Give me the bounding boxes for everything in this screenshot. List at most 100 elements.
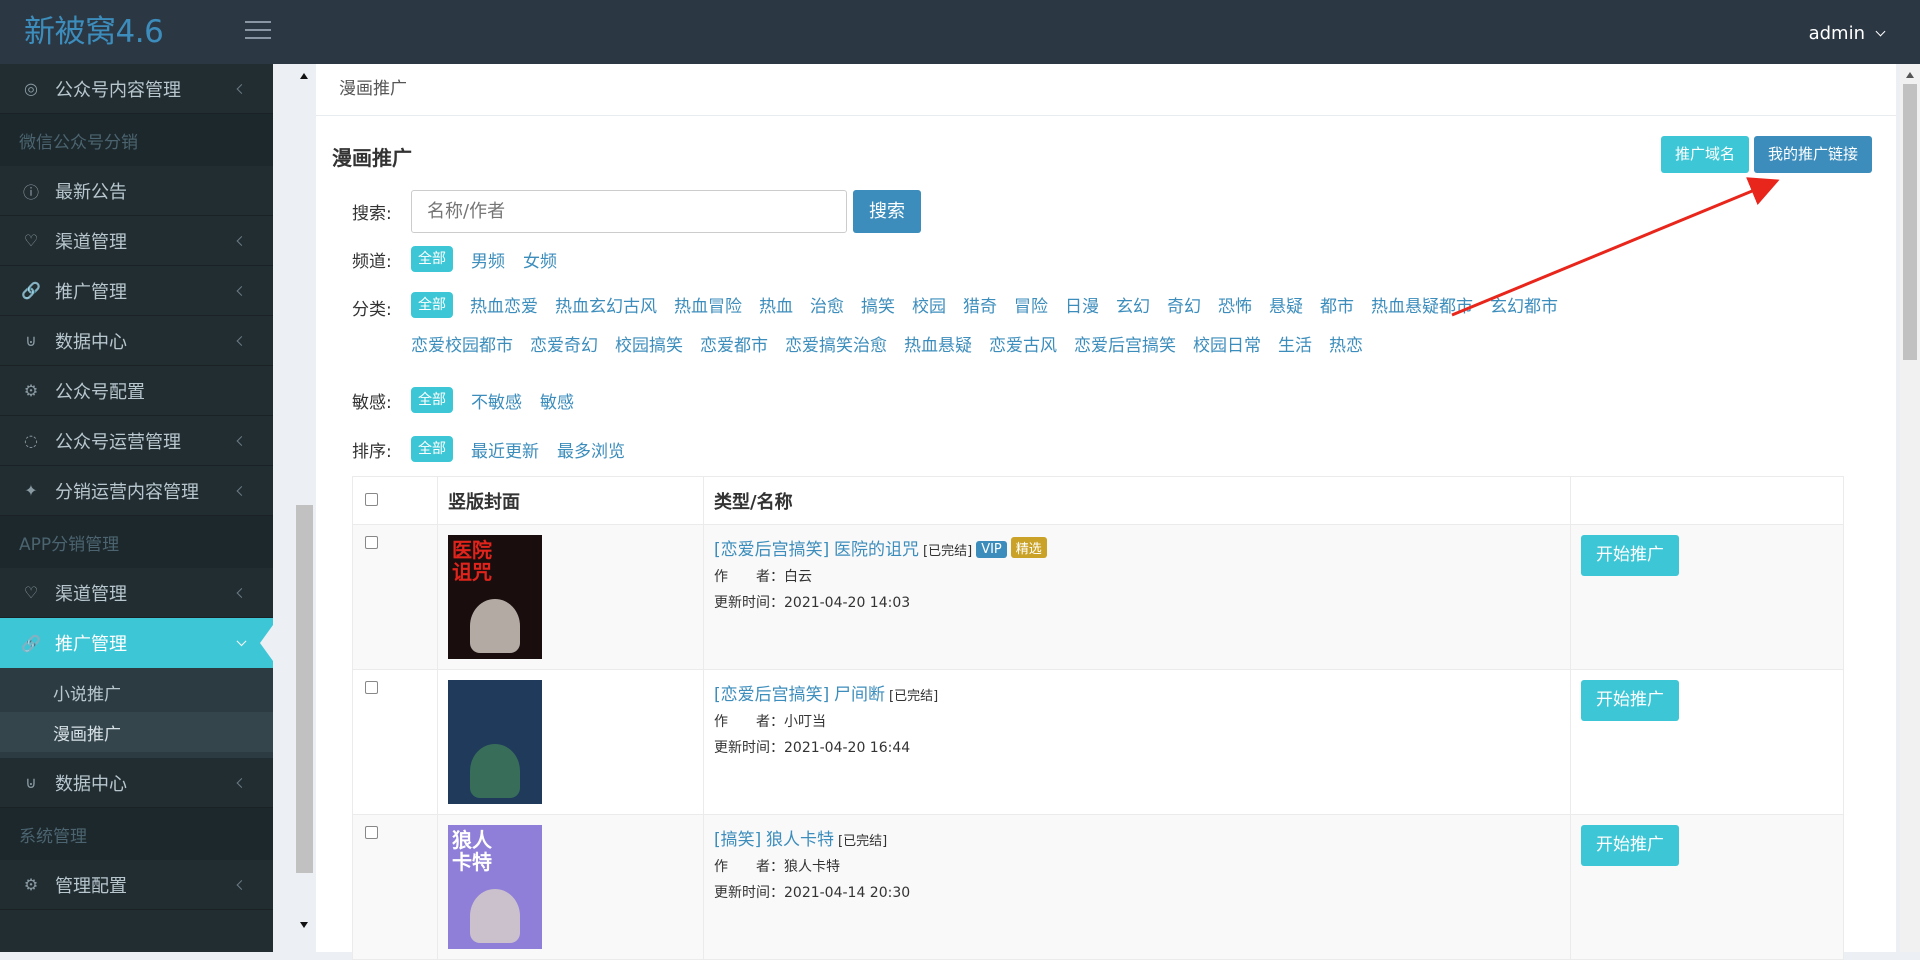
comic-name[interactable]: 狼人卡特 bbox=[766, 830, 834, 850]
filter-tag[interactable]: 女频 bbox=[523, 247, 557, 272]
page-title: 漫画推广 bbox=[332, 146, 412, 170]
chevron-icon bbox=[236, 335, 247, 346]
filter-tag[interactable]: 校园搞笑 bbox=[615, 331, 683, 356]
sidebar-item[interactable]: ◎ 公众号内容管理 bbox=[0, 64, 273, 114]
my-promo-link-button[interactable]: 我的推广链接 bbox=[1753, 136, 1872, 173]
filter-tag[interactable]: 恋爱都市 bbox=[700, 331, 768, 356]
cart-icon: ⊍ bbox=[25, 331, 37, 350]
filter-tag[interactable]: 热血 bbox=[759, 292, 793, 318]
author-line: 作 者：小叮当 bbox=[714, 711, 1560, 731]
sidebar-item[interactable]: ♡ 渠道管理 bbox=[0, 216, 273, 266]
search-button[interactable]: 搜索 bbox=[853, 190, 921, 233]
sidebar-toggle-icon[interactable] bbox=[245, 21, 271, 41]
filter-tag[interactable]: 悬疑 bbox=[1269, 292, 1303, 318]
chevron-icon bbox=[236, 83, 247, 94]
sidebar-item[interactable]: ⊍ 数据中心 bbox=[0, 758, 273, 808]
comic-cover[interactable]: 医院诅咒 bbox=[448, 535, 542, 659]
filter-tag[interactable]: 恋爱古风 bbox=[989, 331, 1057, 356]
filter-tag[interactable]: 热血悬疑都市 bbox=[1371, 292, 1473, 318]
filter-tag[interactable]: 恋爱奇幻 bbox=[530, 331, 598, 356]
update-line: 更新时间：2021-04-20 14:03 bbox=[714, 592, 1560, 612]
row-checkbox[interactable] bbox=[365, 681, 378, 694]
filter-tag[interactable]: 校园日常 bbox=[1193, 331, 1261, 356]
filter-tag[interactable]: 冒险 bbox=[1014, 292, 1048, 318]
filter-tag[interactable]: 搞笑 bbox=[861, 292, 895, 318]
start-promo-button[interactable]: 开始推广 bbox=[1581, 825, 1679, 866]
scroll-down-icon[interactable] bbox=[300, 922, 308, 928]
update-line: 更新时间：2021-04-20 16:44 bbox=[714, 737, 1560, 757]
update-label: 更新时间： bbox=[714, 595, 784, 611]
filter-tag[interactable]: 恋爱搞笑治愈 bbox=[785, 331, 887, 356]
filter-tag[interactable]: 日漫 bbox=[1065, 292, 1099, 318]
sidebar-scrollbar-thumb[interactable] bbox=[296, 505, 313, 873]
comic-cover[interactable] bbox=[448, 680, 542, 804]
sidebar-item[interactable]: ⓘ 最新公告 bbox=[0, 166, 273, 216]
filter-tag[interactable]: 玄幻都市 bbox=[1490, 292, 1558, 318]
start-promo-button[interactable]: 开始推广 bbox=[1581, 535, 1679, 576]
filter-tag[interactable]: 恋爱后宫搞笑 bbox=[1074, 331, 1176, 356]
link-icon: 🔗 bbox=[21, 633, 41, 653]
sidebar-item[interactable]: 🔗 推广管理 bbox=[0, 266, 273, 316]
app-logo[interactable]: 新被窝4.6 bbox=[0, 0, 273, 64]
filter-tag[interactable]: 热血恋爱 bbox=[470, 292, 538, 318]
filter-tag[interactable]: 生活 bbox=[1278, 331, 1312, 356]
select-all-checkbox[interactable] bbox=[365, 493, 378, 506]
filter-tag[interactable]: 热恋 bbox=[1329, 331, 1363, 356]
lightbulb-icon: ♡ bbox=[23, 231, 39, 250]
sidebar-item[interactable]: ⚙ 管理配置 bbox=[0, 860, 273, 910]
sidebar-item[interactable]: ✦ 分销运营内容管理 bbox=[0, 466, 273, 516]
sidebar-item[interactable]: ◌ 公众号运营管理 bbox=[0, 416, 273, 466]
comic-type[interactable]: [搞笑] bbox=[714, 830, 761, 850]
filter-tag[interactable]: 奇幻 bbox=[1167, 292, 1201, 318]
chevron-icon bbox=[236, 235, 247, 246]
row-checkbox[interactable] bbox=[365, 536, 378, 549]
filter-tag[interactable]: 校园 bbox=[912, 292, 946, 318]
cart-icon: ⊍ bbox=[25, 773, 37, 792]
submenu-item[interactable]: 漫画推广 bbox=[0, 712, 273, 752]
filter-tag[interactable]: 热血悬疑 bbox=[904, 331, 972, 356]
column-header-action bbox=[1570, 476, 1844, 525]
filter-tag[interactable]: 最多浏览 bbox=[557, 437, 625, 462]
sidebar-item[interactable]: ⊍ 数据中心 bbox=[0, 316, 273, 366]
filter-tag[interactable]: 猎奇 bbox=[963, 292, 997, 318]
sidebar-item[interactable]: ♡ 渠道管理 bbox=[0, 568, 273, 618]
filter-tag[interactable]: 恋爱校园都市 bbox=[411, 331, 513, 356]
filter-tag[interactable]: 敏感 bbox=[540, 388, 574, 413]
filter-tag[interactable]: 热血冒险 bbox=[674, 292, 742, 318]
chevron-icon bbox=[236, 285, 247, 296]
search-input[interactable] bbox=[411, 190, 847, 233]
sidebar-item[interactable]: 🔗 推广管理 bbox=[0, 618, 273, 668]
comic-cover[interactable]: 狼人卡特 bbox=[448, 825, 542, 949]
comic-type[interactable]: [恋爱后宫搞笑] bbox=[714, 685, 829, 705]
filter-tag[interactable]: 治愈 bbox=[810, 292, 844, 318]
header-buttons: 推广域名 我的推广链接 bbox=[1660, 136, 1872, 173]
filter-tag[interactable]: 不敏感 bbox=[471, 388, 522, 413]
promo-domain-button[interactable]: 推广域名 bbox=[1660, 136, 1749, 173]
page-scrollbar[interactable] bbox=[1900, 64, 1920, 952]
scroll-up-icon[interactable] bbox=[1906, 72, 1914, 78]
compass-icon: ◎ bbox=[24, 79, 38, 98]
scroll-up-icon[interactable] bbox=[300, 73, 308, 79]
filter-tag[interactable]: 最近更新 bbox=[471, 437, 539, 462]
page-scrollbar-thumb[interactable] bbox=[1903, 84, 1917, 360]
filter-tag[interactable]: 男频 bbox=[471, 247, 505, 272]
comic-type[interactable]: [恋爱后宫搞笑] bbox=[714, 540, 829, 560]
sidebar-item-label: 数据中心 bbox=[55, 331, 127, 353]
comic-name[interactable]: 尸间断 bbox=[834, 685, 885, 705]
row-checkbox[interactable] bbox=[365, 826, 378, 839]
filter-tag[interactable]: 全部 bbox=[411, 436, 453, 462]
filter-tag[interactable]: 恐怖 bbox=[1218, 292, 1252, 318]
filter-tag[interactable]: 全部 bbox=[411, 387, 453, 413]
filter-tag[interactable]: 全部 bbox=[411, 246, 453, 272]
filter-tag[interactable]: 全部 bbox=[411, 292, 453, 318]
filter-tag[interactable]: 都市 bbox=[1320, 292, 1354, 318]
submenu-item[interactable]: 小说推广 bbox=[0, 672, 273, 712]
filter-tag[interactable]: 热血玄幻古风 bbox=[555, 292, 657, 318]
user-menu[interactable]: admin bbox=[1809, 0, 1886, 64]
author-label: 作 者： bbox=[714, 569, 784, 585]
sidebar-item[interactable]: ⚙ 公众号配置 bbox=[0, 366, 273, 416]
comic-name[interactable]: 医院的诅咒 bbox=[834, 540, 919, 560]
start-promo-button[interactable]: 开始推广 bbox=[1581, 680, 1679, 721]
filter-tag[interactable]: 玄幻 bbox=[1116, 292, 1150, 318]
sidebar-item-label: 管理配置 bbox=[55, 875, 127, 897]
